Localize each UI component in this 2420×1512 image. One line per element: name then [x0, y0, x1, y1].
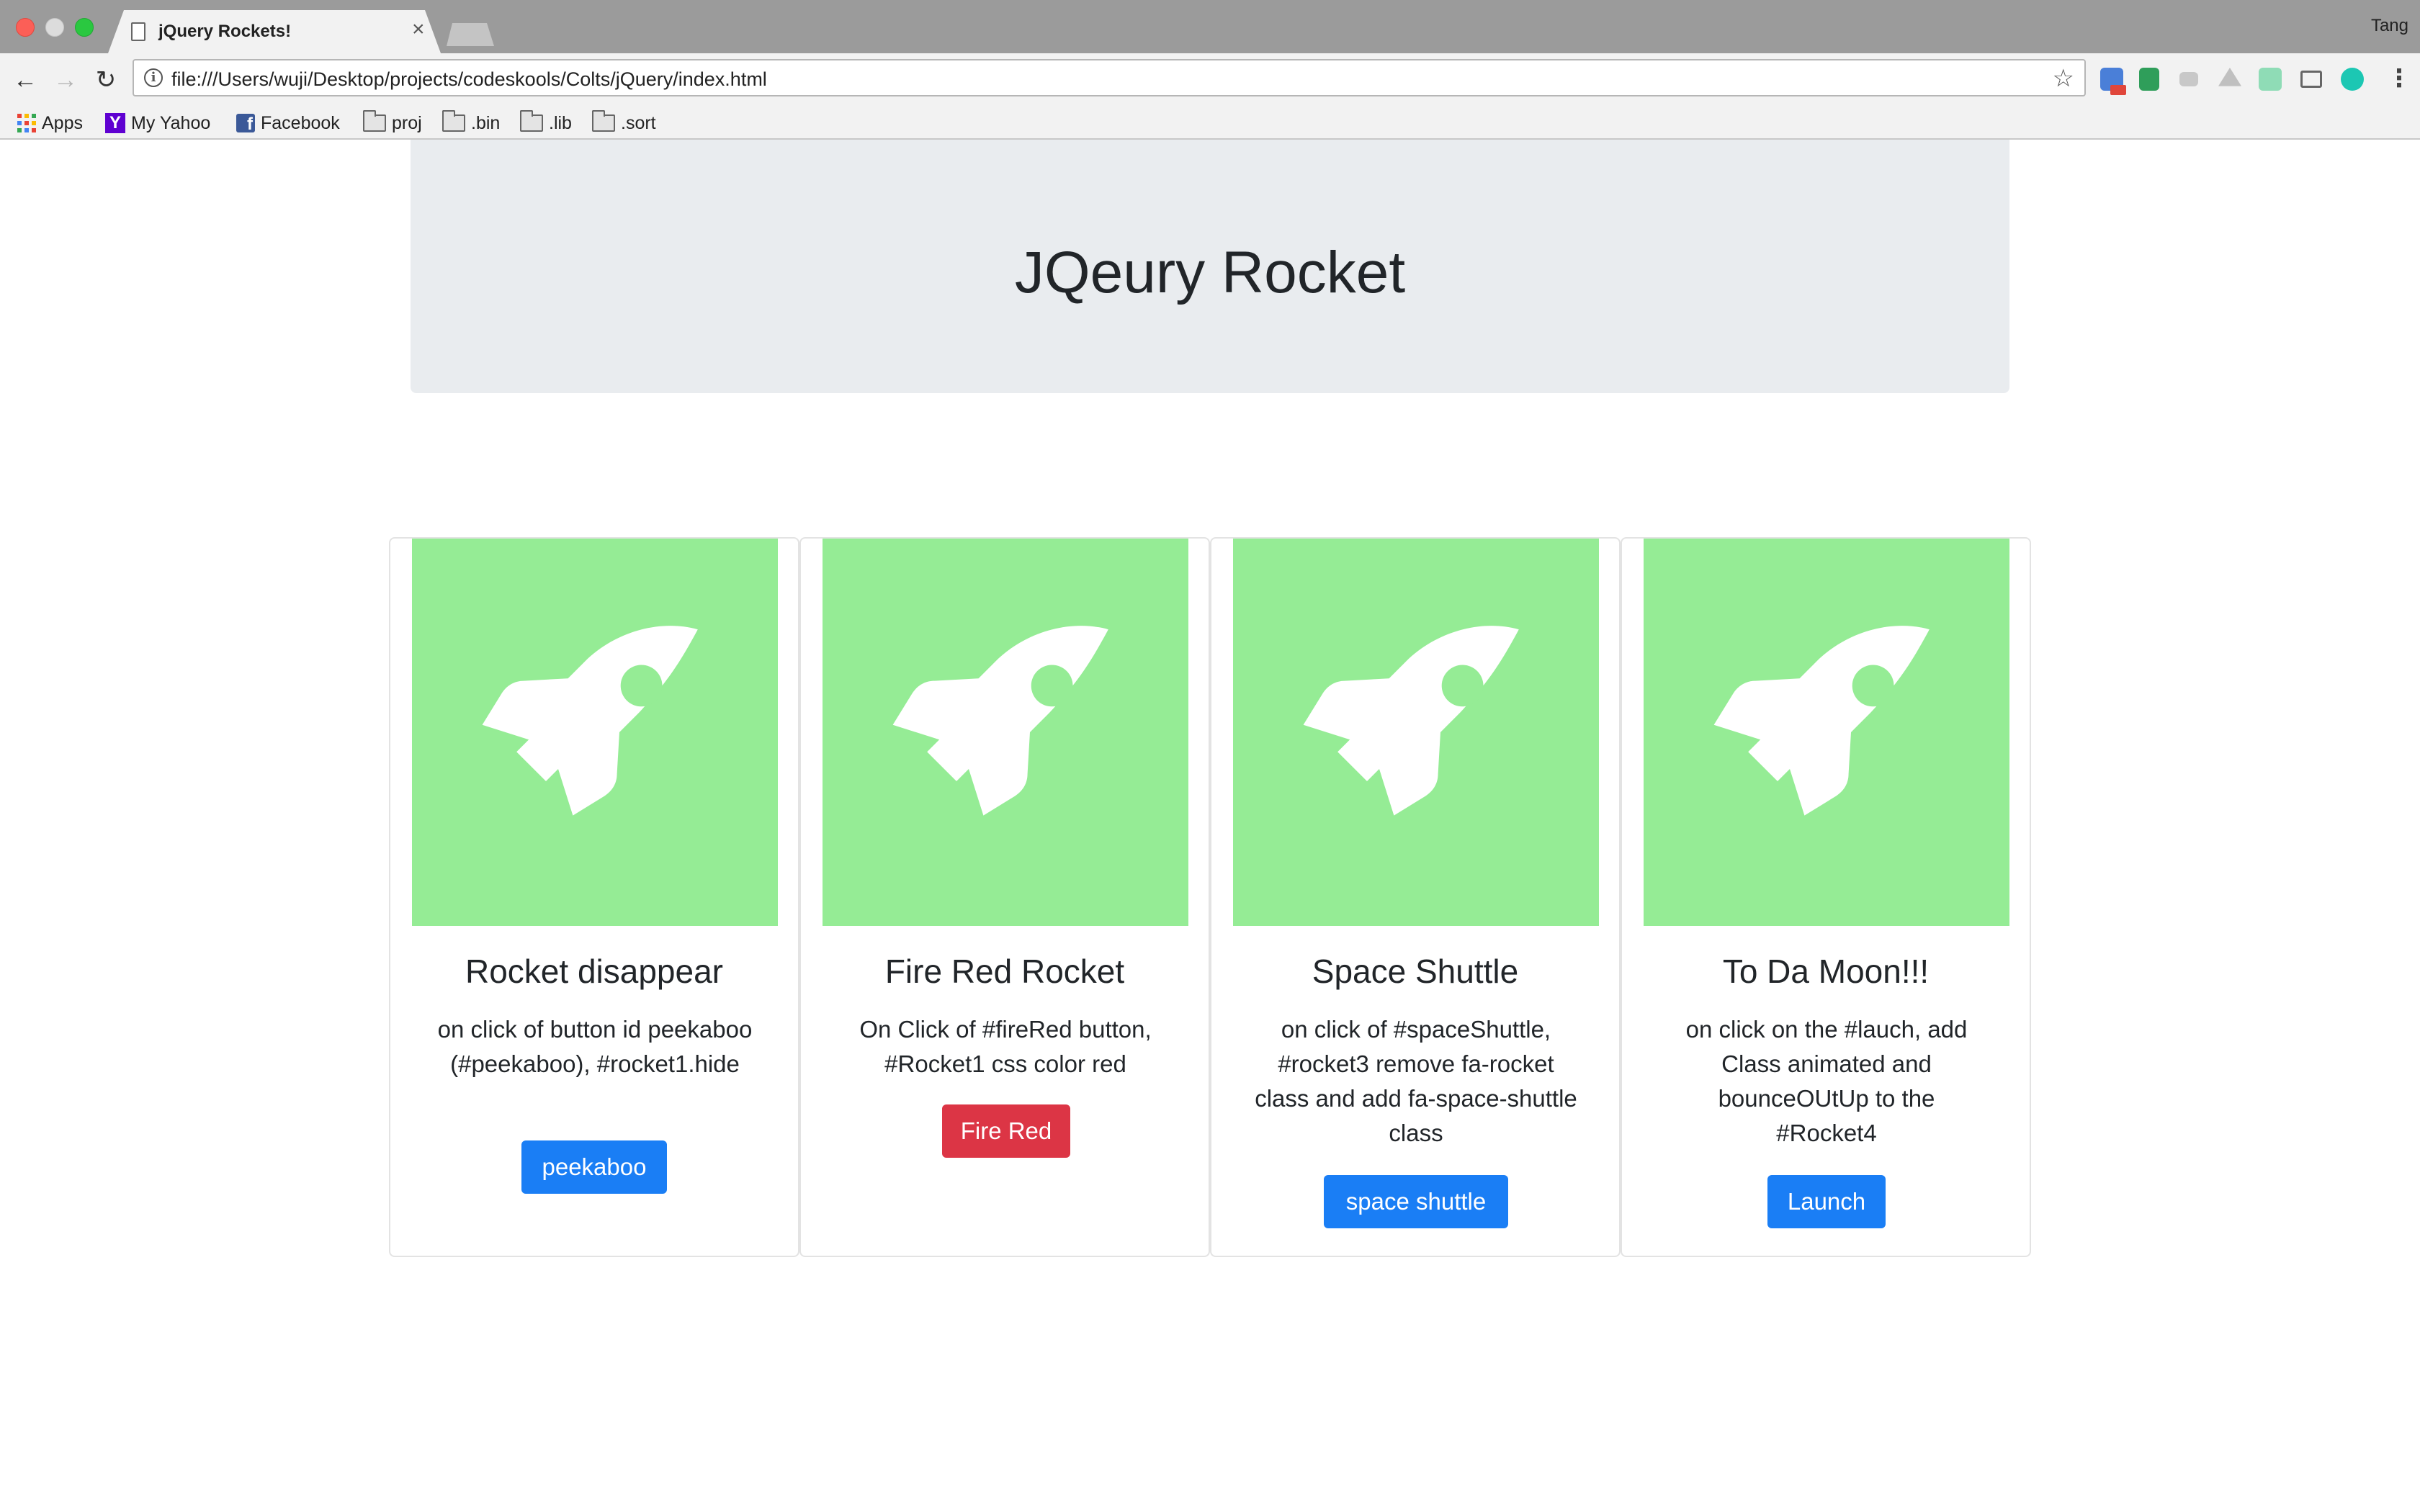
page-title: JQeury Rocket — [1014, 240, 1406, 305]
address-bar[interactable]: i file:///Users/wuji/Desktop/projects/co… — [133, 59, 2086, 96]
card-text: on click on the #lauch, add Class animat… — [1685, 1016, 1968, 1146]
bookmark-star-icon[interactable]: ☆ — [2053, 64, 2074, 93]
card-image — [1644, 539, 2009, 926]
bookmark-facebook[interactable]: f Facebook — [236, 111, 340, 135]
card-text: on click of button id peekaboo (#peekabo… — [437, 1016, 753, 1077]
card-title: Rocket disappear — [465, 953, 723, 990]
jumbotron: JQeury Rocket — [411, 140, 2009, 393]
card-fire-red-rocket: Fire Red Rocket On Click of #fireRed but… — [799, 537, 1210, 1257]
cast-icon[interactable] — [2300, 71, 2322, 88]
bookmark-folder-proj[interactable]: proj — [363, 110, 422, 135]
browser-toolbar: ← → ↻ i file:///Users/wuji/Desktop/proje… — [0, 53, 2420, 107]
yahoo-icon: Y — [105, 113, 125, 133]
card-text: On Click of #fireRed button, #Rocket1 cs… — [859, 1016, 1152, 1077]
forward-button[interactable]: → — [49, 63, 82, 96]
bookmark-folder-lib[interactable]: .lib — [520, 110, 572, 135]
calendar-extension-icon[interactable] — [2100, 68, 2126, 95]
back-button[interactable]: ← — [9, 63, 42, 96]
apps-grid-icon — [17, 114, 36, 132]
profile-name[interactable]: Tang — [2371, 16, 2408, 36]
launch-button[interactable]: Launch — [1767, 1175, 1886, 1228]
document-icon — [131, 22, 145, 41]
card-to-da-moon: To Da Moon!!! on click on the #lauch, ad… — [1621, 537, 2031, 1257]
browser-tab-active[interactable]: jQuery Rockets! × — [108, 10, 441, 53]
card-space-shuttle: Space Shuttle on click of #spaceShuttle,… — [1210, 537, 1621, 1257]
bookmark-label: Apps — [42, 112, 83, 133]
folder-icon — [363, 110, 386, 132]
folder-icon — [442, 110, 465, 132]
bookmark-my-yahoo[interactable]: Y My Yahoo — [105, 111, 210, 135]
facebook-icon: f — [236, 114, 255, 134]
rocket-icon — [1303, 626, 1519, 816]
peekaboo-button[interactable]: peekaboo — [521, 1140, 667, 1194]
browser-menu-icon[interactable]: ⋮ — [2387, 62, 2411, 95]
bookmark-folder-sort[interactable]: .sort — [592, 110, 656, 135]
bookmark-label: .lib — [549, 112, 572, 133]
profile-avatar-icon[interactable] — [2341, 68, 2364, 91]
bookmark-folder-bin[interactable]: .bin — [442, 110, 501, 135]
bookmark-label: .bin — [471, 112, 501, 133]
fire-red-button[interactable]: Fire Red — [942, 1104, 1070, 1158]
bookmark-apps[interactable]: Apps — [17, 111, 83, 135]
browser-titlebar: jQuery Rockets! × Tang — [0, 0, 2420, 53]
new-tab-button[interactable] — [447, 23, 494, 46]
card-title: To Da Moon!!! — [1722, 953, 1930, 990]
tab-close-icon[interactable]: × — [412, 19, 425, 40]
card-image — [823, 539, 1188, 926]
card-title: Fire Red Rocket — [884, 953, 1125, 990]
drive-extension-icon[interactable] — [2218, 68, 2241, 86]
window-close-button[interactable] — [16, 18, 35, 37]
space-shuttle-button[interactable]: space shuttle — [1324, 1175, 1508, 1228]
card-image — [412, 539, 778, 926]
reload-button[interactable]: ↻ — [89, 63, 122, 96]
rocket-icon — [482, 626, 698, 816]
card-rocket-disappear: Rocket disappear on click of button id p… — [389, 537, 799, 1257]
card-title: Space Shuttle — [1312, 953, 1519, 990]
bookmark-label: .sort — [621, 112, 656, 133]
card-image — [1233, 539, 1599, 926]
sheets-extension-icon[interactable] — [2139, 68, 2159, 91]
info-icon[interactable]: i — [144, 68, 163, 87]
folder-icon — [592, 110, 615, 132]
tab-title: jQuery Rockets! — [158, 22, 292, 41]
bookmark-label: Facebook — [261, 112, 340, 133]
folder-icon — [520, 110, 543, 132]
bookmark-label: proj — [392, 112, 422, 133]
url-text[interactable]: file:///Users/wuji/Desktop/projects/code… — [171, 68, 767, 91]
extension-green-icon[interactable] — [2259, 68, 2282, 91]
chat-extension-icon[interactable] — [2179, 72, 2198, 86]
card-deck: Rocket disappear on click of button id p… — [389, 537, 2031, 1257]
bookmarks-bar: Apps Y My Yahoo f Facebook proj .bin .li… — [0, 107, 2420, 140]
bookmark-label: My Yahoo — [131, 112, 211, 133]
rocket-icon — [892, 626, 1108, 816]
rocket-icon — [1713, 626, 1930, 816]
window-maximize-button[interactable] — [75, 18, 94, 37]
card-text: on click of #spaceShuttle, #rocket3 remo… — [1255, 1016, 1577, 1146]
window-minimize-button[interactable] — [45, 18, 64, 37]
